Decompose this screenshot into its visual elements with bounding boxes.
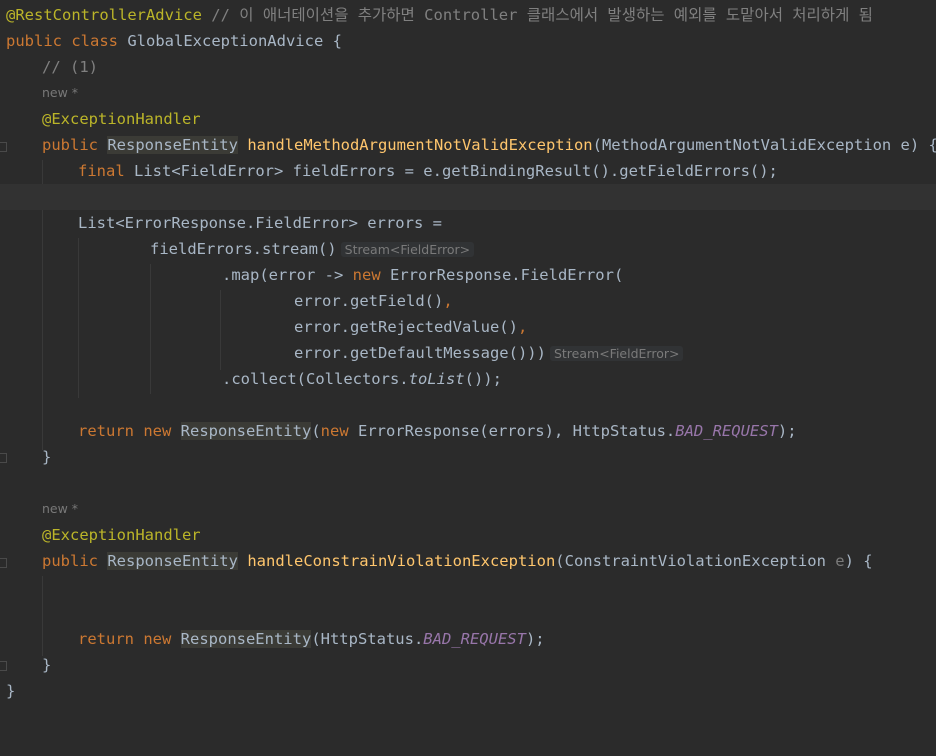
statement: error.getDefaultMessage())) [294,344,546,362]
code-line-8-current[interactable] [0,184,936,210]
type-hint: Stream<FieldError> [340,242,475,257]
keyword: public class [6,32,128,50]
code-line-5[interactable]: @ExceptionHandler [0,106,936,132]
statement: fieldErrors.stream() [150,240,337,258]
keyword: public [42,136,108,154]
statement: List<ErrorResponse.FieldError> errors = [78,214,442,232]
code-line-1[interactable]: @RestControllerAdvice // 이 애너테이션을 추가하면 C… [0,2,936,28]
code-line-15[interactable]: .collect(Collectors.toList()); [0,366,936,392]
statement: .collect(Collectors. [222,370,409,388]
usage-hint[interactable]: new * [42,80,78,106]
code-line-4: new * [0,80,936,106]
code-line-21[interactable]: @ExceptionHandler [0,522,936,548]
method-name: handleConstrainViolationException [247,552,556,570]
code-line-17[interactable]: return new ResponseEntity(new ErrorRespo… [0,418,936,444]
type-reference: ResponseEntity [107,136,238,154]
code-line-2[interactable]: public class GlobalExceptionAdvice { [0,28,936,54]
brace: } [42,656,52,674]
type-hint: Stream<FieldError> [549,346,684,361]
keyword: return new [78,422,181,440]
method-name: handleMethodArgumentNotValidException [247,136,593,154]
code-line-9[interactable]: List<ErrorResponse.FieldError> errors = [0,210,936,236]
usage-hint[interactable]: new * [42,496,78,522]
static-method: toList [408,370,465,388]
annotation: @RestControllerAdvice [6,6,202,24]
statement: ); [525,630,545,648]
code-line-3[interactable]: // (1) [0,54,936,80]
type-reference: ResponseEntity [180,630,312,648]
code-line-10[interactable]: fieldErrors.stream() Stream<FieldError> [0,236,936,262]
statement: ); [777,422,797,440]
constant: BAD_REQUEST [675,422,778,440]
keyword: final [78,162,134,180]
statement: ErrorResponse.FieldError( [389,266,624,284]
punctuation: ( [311,422,321,440]
annotation: @ExceptionHandler [42,526,201,544]
comment: // 이 애너테이션을 추가하면 Controller 클래스에서 발생하는 예… [201,6,873,24]
unused-parameter: e [835,552,845,570]
comment: // (1) [42,58,98,76]
code-line-22[interactable]: public ResponseEntity handleConstrainVio… [0,548,936,574]
code-line-18[interactable]: } [0,444,936,470]
code-line-11[interactable]: .map(error -> new ErrorResponse.FieldErr… [0,262,936,288]
code-line-12[interactable]: error.getField(), [0,288,936,314]
brace: } [6,682,16,700]
statement: ErrorResponse(errors), HttpStatus. [357,422,676,440]
annotation: @ExceptionHandler [42,110,201,128]
class-declaration: GlobalExceptionAdvice { [127,32,342,50]
brace: } [42,448,52,466]
method-signature: (MethodArgumentNotValidException e) { [592,136,936,154]
statement: ()); [464,370,502,388]
statement: List<FieldError> fieldErrors = e.getBind… [134,162,778,180]
code-line-20: new * [0,496,936,522]
code-line-27[interactable]: } [0,678,936,704]
code-line-14[interactable]: error.getDefaultMessage())) Stream<FieldE… [0,340,936,366]
method-signature: (ConstraintViolationException [555,552,836,570]
punctuation: , [443,292,453,310]
code-line-7[interactable]: final List<FieldError> fieldErrors = e.g… [0,158,936,184]
type-reference: ResponseEntity [107,552,238,570]
keyword: return new [78,630,181,648]
statement: (HttpStatus. [311,630,424,648]
statement: error.getField() [294,292,444,310]
keyword: new [320,422,358,440]
statement: .map(error -> [222,266,353,284]
code-line-25[interactable]: return new ResponseEntity(HttpStatus.BAD… [0,626,936,652]
code-editor[interactable]: @RestControllerAdvice // 이 애너테이션을 추가하면 C… [0,0,936,708]
code-line-6[interactable]: public ResponseEntity handleMethodArgume… [0,132,936,158]
code-line-26[interactable]: } [0,652,936,678]
constant: BAD_REQUEST [423,630,526,648]
type-reference: ResponseEntity [180,422,312,440]
statement: error.getRejectedValue() [294,318,518,336]
code-line-13[interactable]: error.getRejectedValue(), [0,314,936,340]
keyword: public [42,552,108,570]
keyword: new [352,266,390,284]
method-signature: ) { [844,552,873,570]
punctuation: , [517,318,528,336]
